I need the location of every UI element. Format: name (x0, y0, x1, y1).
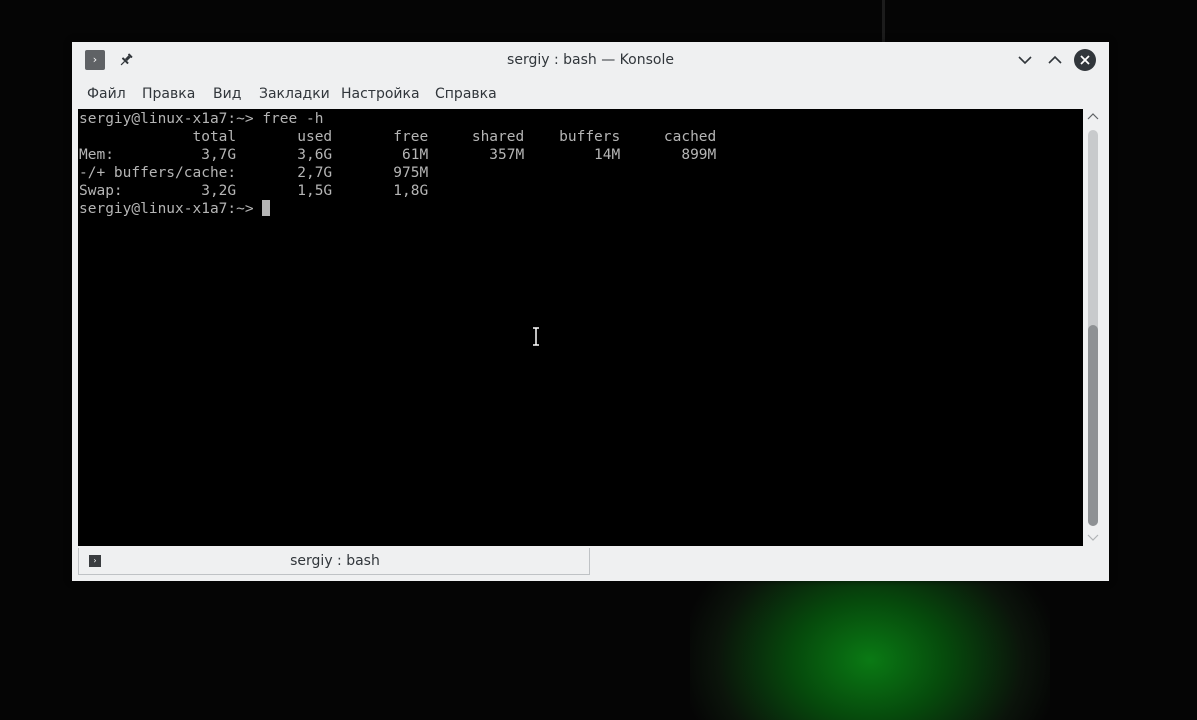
menu-edit[interactable]: Правка (137, 82, 200, 106)
terminal-scrollbar[interactable] (1083, 109, 1103, 546)
tab-bash[interactable]: › sergiy : bash (78, 548, 590, 575)
chevron-up-icon (1048, 55, 1062, 64)
menu-settings[interactable]: Настройка (336, 82, 425, 106)
terminal-prompt: sergiy@linux-x1a7:~> (79, 201, 263, 217)
menubar: Файл Правка Вид Закладки Настройка Справ… (72, 82, 1109, 106)
terminal-line: Swap: 3,2G 1,5G 1,8G (79, 183, 429, 199)
minimize-button[interactable] (1015, 50, 1035, 70)
tab-label: sergiy : bash (290, 553, 380, 569)
terminal-output: sergiy@linux-x1a7:~> free -h total used … (79, 110, 716, 218)
chevron-down-icon (1018, 56, 1032, 65)
pin-button[interactable] (116, 50, 136, 70)
close-icon (1080, 55, 1090, 65)
background-line (882, 0, 885, 42)
titlebar[interactable]: › sergiy : bash — Konsole (72, 42, 1109, 78)
terminal-line: -/+ buffers/cache: 2,7G 975M (79, 165, 429, 181)
text-cursor (262, 200, 271, 216)
terminal-line: sergiy@linux-x1a7:~> free -h (79, 111, 324, 127)
konsole-window: › sergiy : bash — Konsole Файл Правка Ви… (72, 42, 1109, 581)
menu-view[interactable]: Вид (208, 82, 246, 106)
menu-bookmarks[interactable]: Закладки (254, 82, 335, 106)
scroll-thumb[interactable] (1088, 325, 1098, 526)
chevron-right-icon: › (92, 53, 98, 66)
menu-file[interactable]: Файл (82, 82, 131, 106)
pin-icon (120, 53, 133, 66)
ibeam-cursor-icon (533, 327, 539, 346)
scroll-down-icon[interactable] (1086, 532, 1100, 542)
window-menu-button[interactable]: › (85, 50, 105, 70)
terminal-prompt-line: sergiy@linux-x1a7:~> (79, 200, 716, 218)
terminal-line: total used free shared buffers cached (79, 129, 717, 145)
menu-help[interactable]: Справка (430, 82, 502, 106)
tab-bar: › sergiy : bash (78, 546, 1103, 576)
window-title: sergiy : bash — Konsole (507, 52, 674, 68)
maximize-button[interactable] (1045, 50, 1065, 70)
terminal-view[interactable]: sergiy@linux-x1a7:~> free -h total used … (78, 109, 1083, 546)
terminal-line: Mem: 3,7G 3,6G 61M 357M 14M 899M (79, 147, 717, 163)
close-button[interactable] (1074, 49, 1096, 71)
scroll-up-icon[interactable] (1086, 112, 1100, 122)
